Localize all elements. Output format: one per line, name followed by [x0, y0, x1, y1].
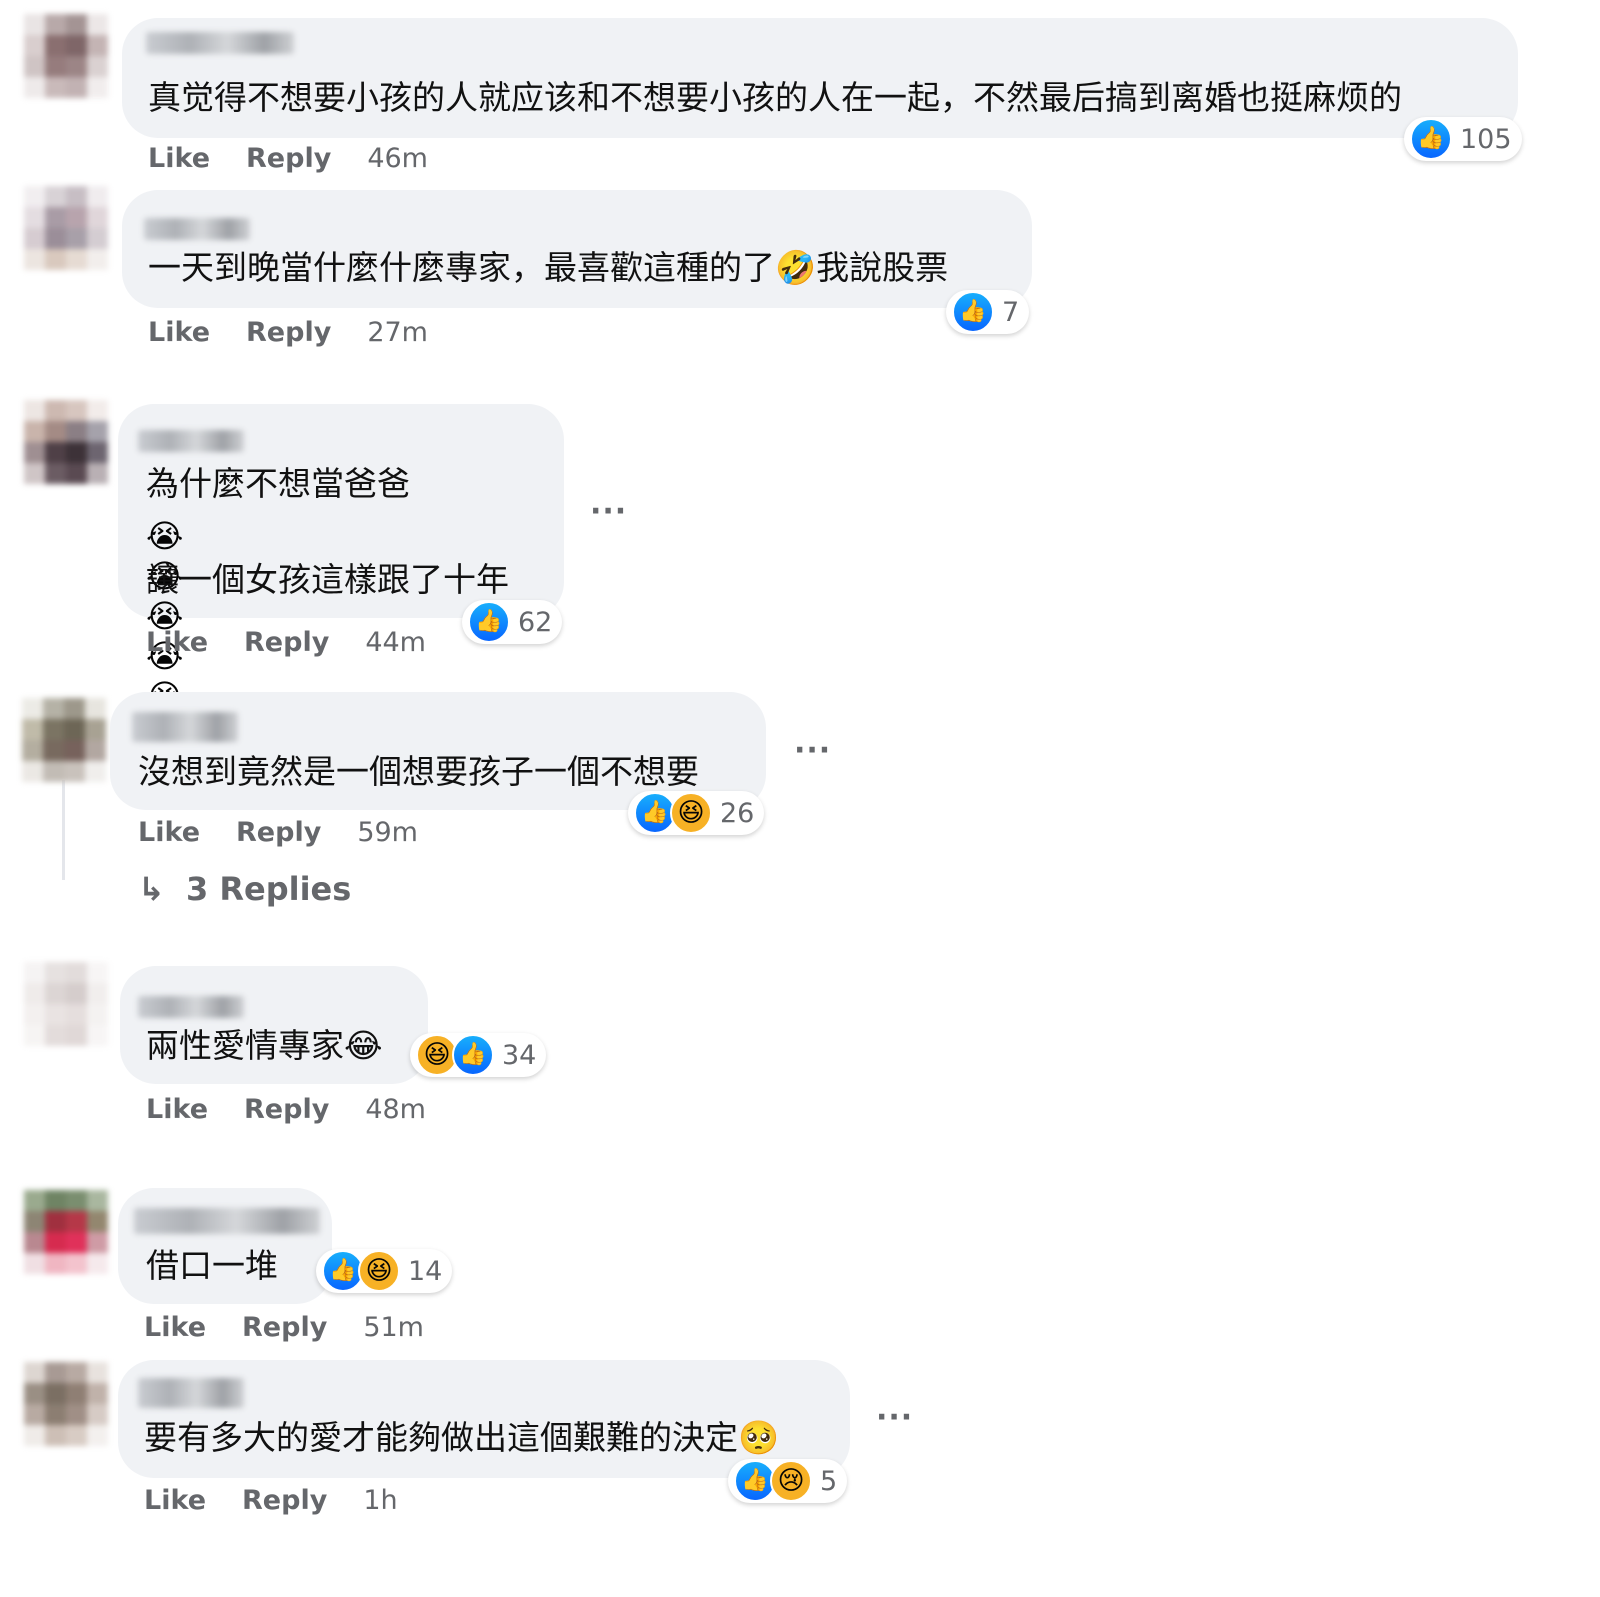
avatar[interactable] [24, 14, 108, 98]
more-options-icon[interactable]: ··· [590, 494, 627, 529]
timestamp[interactable]: 59m [357, 817, 418, 848]
reply-button[interactable]: Reply [246, 143, 331, 174]
timestamp[interactable]: 51m [363, 1312, 424, 1343]
laughing-face-icon: 😆 [670, 792, 712, 834]
comment-actions: Like Reply 27m [148, 317, 464, 348]
reaction-count: 105 [1460, 123, 1512, 155]
avatar[interactable] [24, 400, 108, 484]
reaction-summary[interactable]: 👍 😆 26 [628, 791, 765, 835]
comment-text: 真觉得不想要小孩的人就应该和不想要小孩的人在一起，不然最后搞到离婚也挺麻烦的 [148, 78, 1402, 117]
avatar[interactable] [24, 1362, 108, 1446]
like-button[interactable]: Like [146, 1094, 208, 1125]
comment-text: 沒想到竟然是一個想要孩子一個不想要 [138, 752, 699, 791]
replies-count-label: 3 Replies [185, 870, 352, 908]
thumbs-up-icon: 👍 [468, 601, 510, 643]
comment-actions: Like Reply 44m [146, 627, 462, 658]
view-replies-link[interactable]: ↳ 3 Replies [138, 870, 351, 908]
reaction-count: 26 [720, 797, 755, 829]
reply-button[interactable]: Reply [246, 317, 331, 348]
more-options-icon[interactable]: ··· [876, 1400, 913, 1435]
reaction-count: 7 [1002, 296, 1020, 328]
commenter-name[interactable] [144, 218, 250, 240]
like-button[interactable]: Like [148, 143, 210, 174]
timestamp[interactable]: 44m [365, 627, 426, 658]
reply-button[interactable]: Reply [244, 1094, 329, 1125]
comment-actions: Like Reply 46m [148, 143, 464, 174]
reaction-count: 5 [820, 1465, 838, 1497]
timestamp[interactable]: 1h [363, 1485, 397, 1516]
commenter-name[interactable] [146, 32, 294, 54]
comment-bubble [120, 966, 428, 1084]
reply-button[interactable]: Reply [242, 1485, 327, 1516]
reaction-summary[interactable]: 👍 7 [946, 290, 1030, 334]
reaction-summary[interactable]: 👍 😢 5 [728, 1459, 848, 1503]
comment-actions: Like Reply 59m [138, 817, 454, 848]
like-button[interactable]: Like [144, 1312, 206, 1343]
reply-button[interactable]: Reply [236, 817, 321, 848]
like-button[interactable]: Like [144, 1485, 206, 1516]
like-button[interactable]: Like [138, 817, 200, 848]
comment-text: 借口一堆 [146, 1246, 278, 1285]
avatar[interactable] [24, 1190, 108, 1274]
laughing-face-icon: 😆 [358, 1250, 400, 1292]
commenter-name[interactable] [134, 1208, 320, 1234]
comment-text: 兩性愛情專家😂 [146, 1026, 383, 1065]
comment-text: 為什麼不想當爸爸 [146, 464, 410, 503]
commenter-name[interactable] [138, 996, 244, 1018]
comment-text: 要有多大的愛才能夠做出這個艱難的決定🥺 [144, 1418, 780, 1457]
timestamp[interactable]: 46m [367, 143, 428, 174]
comment-actions: Like Reply 51m [144, 1312, 460, 1343]
thumbs-up-icon: 👍 [1410, 118, 1452, 160]
crying-face-icon: 😢 [770, 1460, 812, 1502]
timestamp[interactable]: 27m [367, 317, 428, 348]
reaction-summary[interactable]: 👍 😆 14 [316, 1249, 453, 1293]
reaction-count: 34 [502, 1039, 537, 1071]
reply-button[interactable]: Reply [242, 1312, 327, 1343]
thumbs-up-icon: 👍 [452, 1034, 494, 1076]
avatar[interactable] [22, 698, 106, 782]
reaction-summary[interactable]: 👍 62 [462, 600, 563, 644]
comment-text: 一天到晚當什麼什麼專家，最喜歡這種的了🤣我說股票 [148, 248, 949, 287]
avatar[interactable] [24, 962, 108, 1046]
timestamp[interactable]: 48m [365, 1094, 426, 1125]
reaction-count: 14 [408, 1255, 443, 1287]
comment-text: 讓一個女孩這樣跟了十年 [146, 560, 509, 599]
reaction-count: 62 [518, 606, 553, 638]
commenter-name[interactable] [132, 712, 238, 742]
commenter-name[interactable] [138, 430, 244, 452]
like-button[interactable]: Like [148, 317, 210, 348]
reaction-summary[interactable]: 👍 105 [1404, 117, 1522, 161]
like-button[interactable]: Like [146, 627, 208, 658]
reaction-summary[interactable]: 😆 👍 34 [410, 1033, 547, 1077]
comment-actions: Like Reply 48m [146, 1094, 462, 1125]
reply-arrow-icon: ↳ [138, 870, 165, 908]
thumbs-up-icon: 👍 [952, 291, 994, 333]
thread-connector [62, 780, 65, 880]
comment-actions: Like Reply 1h [144, 1485, 434, 1516]
commenter-name[interactable] [138, 1378, 244, 1408]
more-options-icon[interactable]: ··· [794, 733, 831, 768]
reply-button[interactable]: Reply [244, 627, 329, 658]
avatar[interactable] [24, 186, 108, 270]
